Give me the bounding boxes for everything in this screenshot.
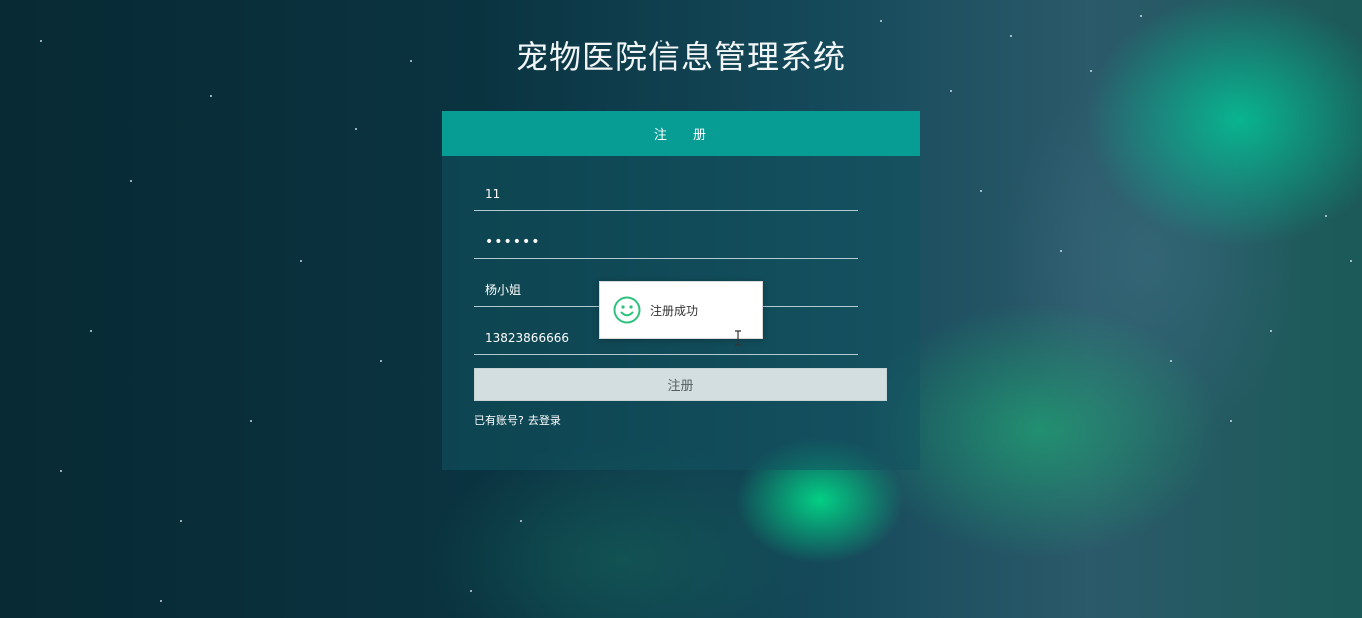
register-header-label: 注 册	[653, 128, 709, 143]
go-login-link[interactable]: 去登录	[528, 414, 561, 427]
login-prompt-text: 已有账号?	[474, 414, 524, 427]
username-value: 11	[485, 186, 501, 201]
phone-value: 13823866666	[485, 330, 569, 345]
register-button-label: 注册	[667, 379, 694, 394]
register-button[interactable]: 注册	[474, 368, 887, 401]
password-value: ••••••	[485, 233, 541, 250]
toast-message: 注册成功	[650, 303, 699, 318]
login-prompt: 已有账号? 去登录	[474, 412, 561, 428]
register-card-header: 注 册	[442, 111, 920, 156]
password-field[interactable]: ••••••	[474, 225, 858, 259]
smile-icon	[613, 296, 641, 324]
page-title: 宠物医院信息管理系统	[515, 38, 846, 76]
username-field[interactable]: 11	[474, 177, 858, 211]
name-value: 杨小姐	[485, 283, 522, 297]
text-cursor-icon	[735, 330, 741, 346]
